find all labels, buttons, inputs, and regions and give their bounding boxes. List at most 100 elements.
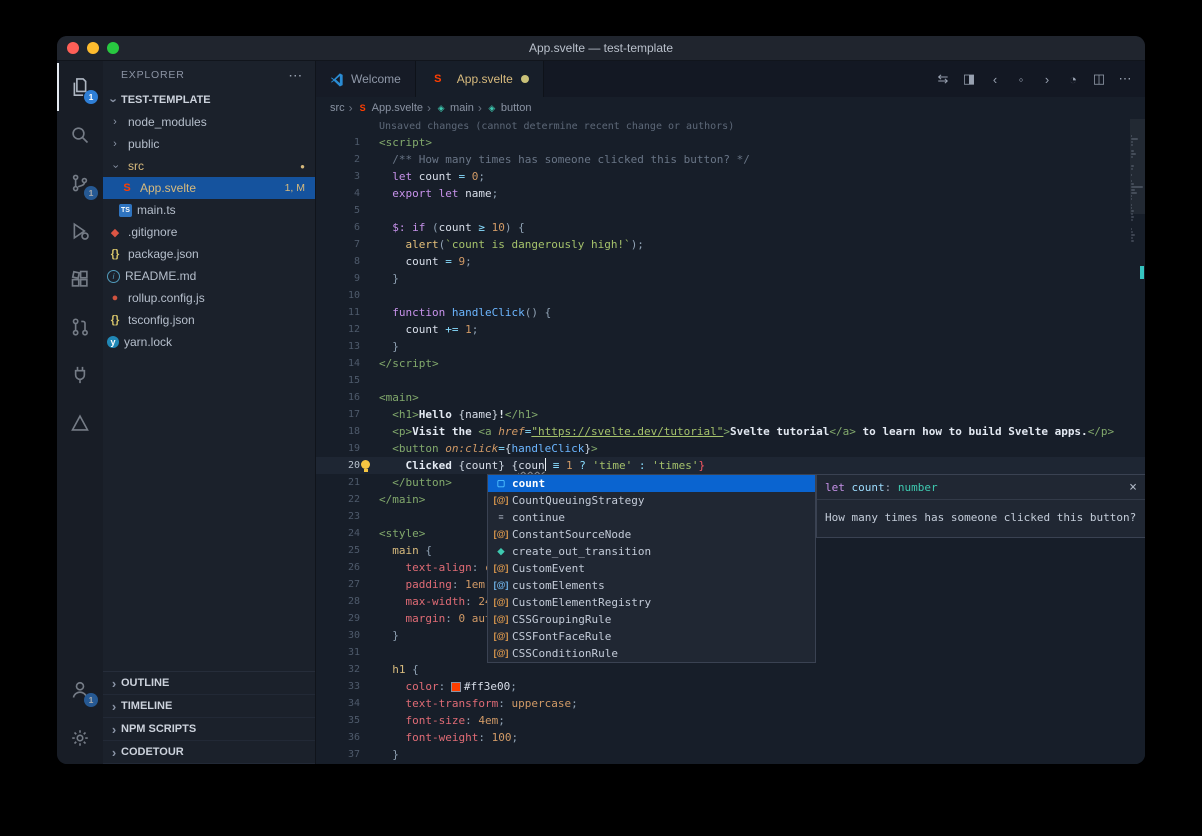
code-line-10[interactable]: 10 [316,287,1145,304]
code-line-11[interactable]: 11 function handleClick() { [316,304,1145,321]
minimize-button[interactable] [87,42,99,54]
code-line-14[interactable]: 14</script> [316,355,1145,372]
tree-item-tsconfig-json[interactable]: {}tsconfig.json [103,309,315,331]
suggestion-customelementregistry[interactable]: [@]CustomElementRegistry [488,594,815,611]
tree-item-yarn-lock[interactable]: yyarn.lock [103,331,315,353]
tree-item-src[interactable]: ›src● [103,155,315,177]
tab-app-svelte[interactable]: S App.svelte [416,61,544,97]
suggestion-label: CustomElementRegistry [512,594,651,611]
code-line-37[interactable]: 37 } [316,746,1145,763]
close-icon[interactable]: × [1129,481,1137,494]
suggestion-customelements[interactable]: [@]customElements [488,577,815,594]
suggestion-countqueuingstrategy[interactable]: [@]CountQueuingStrategy [488,492,815,509]
breadcrumb-main[interactable]: ◈main [435,102,474,114]
compare-changes-icon[interactable]: ⇆ [931,71,955,87]
split-editor-icon[interactable]: ◫ [1087,71,1111,87]
code-line-34[interactable]: 34 text-transform: uppercase; [316,695,1145,712]
breadcrumb-button[interactable]: ◈button [486,102,532,114]
suggestion-customevent[interactable]: [@]CustomEvent [488,560,815,577]
panel-npm-scripts[interactable]: ›NPM SCRIPTS [103,718,315,741]
next-change-icon[interactable]: › [1035,72,1059,87]
activity-github-pr[interactable] [57,303,103,351]
tree-item-gitignore[interactable]: ◆.gitignore [103,221,315,243]
code-line-19[interactable]: 19 <button on:click={handleClick}> [316,440,1145,457]
code-line-5[interactable]: 5 [316,202,1145,219]
explorer-header: EXPLORER ⋯ [103,61,315,89]
tab-welcome[interactable]: Welcome [316,61,416,97]
class-icon: [@] [490,611,512,628]
tree-item-readme-md[interactable]: iREADME.md [103,265,315,287]
panel-timeline[interactable]: ›TIMELINE [103,695,315,718]
code-line-3[interactable]: 3 let count = 0; [316,168,1145,185]
tree-item-main-ts[interactable]: TSmain.ts [103,199,315,221]
code-line-32[interactable]: 32 h1 { [316,661,1145,678]
suggestion-cssfontfacerule[interactable]: [@]CSSFontFaceRule [488,628,815,645]
code-line-2[interactable]: 2 /** How many times has someone clicked… [316,151,1145,168]
suggestion-label: ConstantSourceNode [512,526,631,543]
panel-outline[interactable]: ›OUTLINE [103,672,315,695]
suggestion-cssconditionrule[interactable]: [@]CSSConditionRule [488,645,815,662]
activity-source-control[interactable]: 1 [57,159,103,207]
tree-item-rollup-config-js[interactable]: ●rollup.config.js [103,287,315,309]
suggestion-label: CountQueuingStrategy [512,492,644,509]
open-changes-icon[interactable]: ◨ [957,71,981,87]
chevron-right-icon: › [107,139,123,150]
code-editor[interactable]: Unsaved changes (cannot determine recent… [316,119,1145,764]
code-line-16[interactable]: 16<main> [316,389,1145,406]
suggestion-create-out-transition[interactable]: ◆create_out_transition [488,543,815,560]
suggestion-continue[interactable]: ≡continue [488,509,815,526]
file-history-icon[interactable]: ◔ [1061,72,1085,87]
activity-settings[interactable] [57,714,103,762]
line-number: 26 [316,559,360,576]
views-more-actions-icon[interactable]: ⋯ [288,67,303,84]
symbol-icon: ◈ [435,103,447,114]
code-line-9[interactable]: 9 } [316,270,1145,287]
code-line-36[interactable]: 36 font-weight: 100; [316,729,1145,746]
minimap[interactable] [1130,119,1145,764]
code-line-17[interactable]: 17 <h1>Hello {name}!</h1> [316,406,1145,423]
activity-remote-explorer[interactable] [57,351,103,399]
code-line-35[interactable]: 35 font-size: 4em; [316,712,1145,729]
toggle-blame-icon[interactable]: ◦ [1009,72,1033,87]
code-line-7[interactable]: 7 alert(`count is dangerously high!`); [316,236,1145,253]
tree-item-node-modules[interactable]: ›node_modules [103,111,315,133]
line-number: 28 [316,593,360,610]
previous-change-icon[interactable]: ‹ [983,72,1007,87]
code-line-6[interactable]: 6 $: if (count ≥ 10) { [316,219,1145,236]
code-line-33[interactable]: 33 color: #ff3e00; [316,678,1145,695]
lightbulb-icon[interactable] [361,460,370,469]
code-line-4[interactable]: 4 export let name; [316,185,1145,202]
tree-item-package-json[interactable]: {}package.json [103,243,315,265]
code-line-12[interactable]: 12 count += 1; [316,321,1145,338]
suggest-widget: ▢count[@]CountQueuingStrategy≡continue[@… [487,474,816,663]
activity-search[interactable] [57,111,103,159]
more-actions-icon[interactable]: ⋯ [1113,71,1137,87]
tree-item-app-svelte[interactable]: SApp.svelte1, M [103,177,315,199]
code-line-20[interactable]: 20 Clicked {count} {coun ≡ 1 ? 'time' : … [316,457,1145,474]
suggestion-constantsourcenode[interactable]: [@]ConstantSourceNode [488,526,815,543]
suggest-docs-panel: let count: number × How many times has s… [816,474,1145,538]
code-line-15[interactable]: 15 [316,372,1145,389]
activity-triangle-extension[interactable] [57,399,103,447]
breadcrumb-app-svelte[interactable]: SApp.svelte [357,102,423,114]
activity-run-debug[interactable] [57,207,103,255]
breadcrumb-src[interactable]: src [330,102,345,114]
code-line-13[interactable]: 13 } [316,338,1145,355]
suggestion-cssgroupingrule[interactable]: [@]CSSGroupingRule [488,611,815,628]
desktop: App.svelte — test-template 1 1 [0,0,1202,836]
code-line-8[interactable]: 8 count = 9; [316,253,1145,270]
activity-extensions[interactable] [57,255,103,303]
suggestion-count[interactable]: ▢count [488,475,815,492]
panel-codetour[interactable]: ›CODETOUR [103,741,315,764]
activity-accounts[interactable]: 1 [57,666,103,714]
code-line-18[interactable]: 18 <p>Visit the <a href="https://svelte.… [316,423,1145,440]
activity-explorer[interactable]: 1 [57,63,103,111]
zoom-button[interactable] [107,42,119,54]
minimap-line [1131,237,1133,239]
tree-item-public[interactable]: ›public [103,133,315,155]
titlebar[interactable]: App.svelte — test-template [57,36,1145,61]
minimap-line [1131,135,1132,137]
project-root-header[interactable]: › TEST-TEMPLATE [103,89,315,111]
code-line-1[interactable]: 1<script> [316,134,1145,151]
close-button[interactable] [67,42,79,54]
